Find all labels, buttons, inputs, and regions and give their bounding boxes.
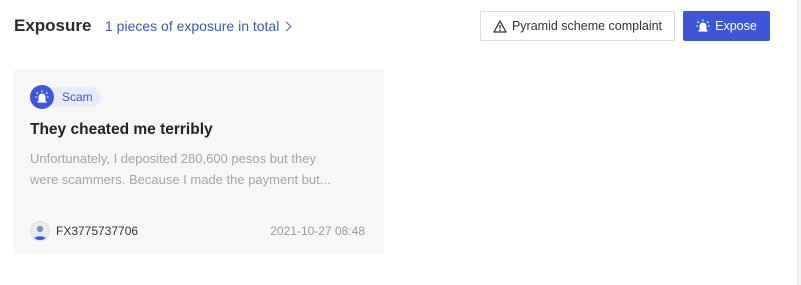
- scrollbar-track[interactable]: [797, 0, 801, 285]
- chevron-right-icon: [281, 21, 292, 32]
- exposure-card[interactable]: Scam They cheated me terribly Unfortunat…: [14, 69, 384, 255]
- category-tag: Scam: [30, 85, 101, 109]
- expose-button-label: Expose: [715, 19, 757, 33]
- alarm-siren-icon: [696, 19, 710, 32]
- complaint-button-label: Pyramid scheme complaint: [511, 19, 663, 33]
- description-line: were scammers. Because I made the paymen…: [30, 172, 331, 187]
- author: FX3775737706: [30, 221, 138, 241]
- category-tag-label: Scam: [46, 87, 101, 107]
- user-avatar-icon: [30, 221, 50, 241]
- expose-button[interactable]: Expose: [683, 11, 770, 41]
- warning-triangle-icon: [493, 19, 507, 33]
- exposure-count-text: 1 pieces of exposure in total: [105, 18, 280, 34]
- exposure-title: They cheated me terribly: [30, 121, 213, 138]
- post-date: 2021-10-27 08:48: [270, 224, 365, 238]
- card-footer: FX3775737706 2021-10-27 08:48: [30, 221, 365, 241]
- exposure-panel: Exposure 1 pieces of exposure in total P…: [0, 0, 797, 285]
- description-line: Unfortunately, I deposited 280,600 pesos…: [30, 151, 316, 166]
- page-title: Exposure: [14, 16, 92, 35]
- pyramid-scheme-complaint-button[interactable]: Pyramid scheme complaint: [480, 11, 675, 41]
- alarm-siren-icon: [30, 85, 54, 109]
- exposure-count-link[interactable]: 1 pieces of exposure in total: [105, 17, 292, 35]
- exposure-description: Unfortunately, I deposited 280,600 pesos…: [30, 148, 370, 190]
- author-name: FX3775737706: [56, 224, 139, 238]
